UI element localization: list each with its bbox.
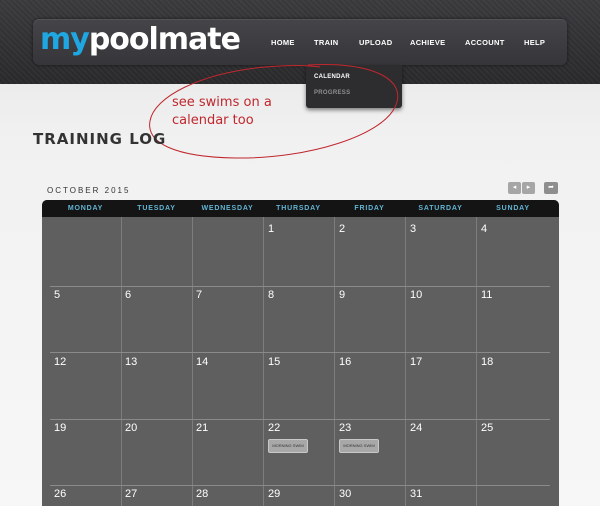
day-cell[interactable]: 20 (125, 422, 137, 435)
chevron-left-icon: ◂ (512, 184, 517, 191)
prev-month-button[interactable]: ◂ (508, 182, 521, 194)
day-cell[interactable]: 22 (268, 422, 280, 435)
day-cell[interactable]: 10 (410, 289, 422, 302)
grid-line (405, 217, 406, 506)
share-icon: ➦ (548, 184, 554, 191)
weekday-saturday: SATURDAY (418, 205, 463, 212)
day-cell[interactable]: 9 (339, 289, 345, 302)
annotation-note: see swims on a calendar too (172, 94, 322, 130)
weekday-tuesday: TUESDAY (137, 205, 176, 212)
month-label: OCTOBER 2015 (47, 186, 131, 195)
day-cell[interactable]: 16 (339, 356, 351, 369)
weekday-friday: FRIDAY (354, 205, 385, 212)
logo-my: my (40, 22, 90, 57)
day-cell[interactable]: 6 (125, 289, 131, 302)
nav-account[interactable]: ACCOUNT (465, 38, 505, 48)
day-cell[interactable]: 24 (410, 422, 422, 435)
event-morning-swim[interactable]: MORNING SWIM (268, 439, 308, 453)
grid-line (50, 485, 550, 486)
weekday-thursday: THURSDAY (276, 205, 321, 212)
nav-achieve[interactable]: ACHIEVE (410, 38, 445, 48)
day-cell[interactable]: 15 (268, 356, 280, 369)
page-title: TRAINING LOG (33, 130, 167, 148)
annotation-line-1: see swims on a (172, 95, 272, 110)
grid-line (121, 217, 122, 506)
nav-train[interactable]: TRAIN (314, 38, 338, 48)
day-cell[interactable]: 14 (196, 356, 208, 369)
day-cell[interactable]: 3 (410, 223, 416, 236)
calendar-grid: MONDAY TUESDAY WEDNESDAY THURSDAY FRIDAY… (42, 200, 559, 506)
day-cell[interactable]: 29 (268, 488, 280, 501)
day-cell[interactable]: 27 (125, 488, 137, 501)
day-cell[interactable]: 19 (54, 422, 66, 435)
nav-help[interactable]: HELP (524, 38, 545, 48)
chevron-right-icon: ▸ (526, 184, 531, 191)
day-cell[interactable]: 7 (196, 289, 202, 302)
share-button[interactable]: ➦ (544, 182, 558, 194)
day-cell[interactable]: 25 (481, 422, 493, 435)
day-cell[interactable]: 4 (481, 223, 487, 236)
logo-poolmate: poolmate (88, 22, 241, 57)
grid-line (192, 217, 193, 506)
grid-line (334, 217, 335, 506)
day-cell[interactable]: 31 (410, 488, 422, 501)
weekday-sunday: SUNDAY (496, 205, 530, 212)
day-cell[interactable]: 12 (54, 356, 66, 369)
weekday-wednesday: WEDNESDAY (201, 205, 254, 212)
event-morning-swim[interactable]: MORNING SWIM (339, 439, 379, 453)
day-cell[interactable]: 2 (339, 223, 345, 236)
grid-line (50, 286, 550, 287)
day-cell[interactable]: 13 (125, 356, 137, 369)
day-cell[interactable]: 18 (481, 356, 493, 369)
day-cell[interactable]: 8 (268, 289, 274, 302)
grid-line (50, 352, 550, 353)
day-cell[interactable]: 21 (196, 422, 208, 435)
weekday-monday: MONDAY (67, 205, 104, 212)
day-cell[interactable]: 26 (54, 488, 66, 501)
nav-home[interactable]: HOME (271, 38, 295, 48)
day-cell[interactable]: 17 (410, 356, 422, 369)
grid-line (50, 419, 550, 420)
day-cell[interactable]: 30 (339, 488, 351, 501)
nav-upload[interactable]: UPLOAD (359, 38, 392, 48)
day-cell[interactable]: 5 (54, 289, 60, 302)
annotation-line-2: calendar too (172, 113, 254, 128)
day-cell[interactable]: 1 (268, 223, 274, 236)
grid-line (476, 217, 477, 506)
day-cell[interactable]: 11 (481, 289, 492, 302)
day-cell[interactable]: 28 (196, 488, 208, 501)
day-cell[interactable]: 23 (339, 422, 351, 435)
grid-line (263, 217, 264, 506)
logo[interactable]: mypoolmate (40, 22, 241, 58)
next-month-button[interactable]: ▸ (522, 182, 535, 194)
